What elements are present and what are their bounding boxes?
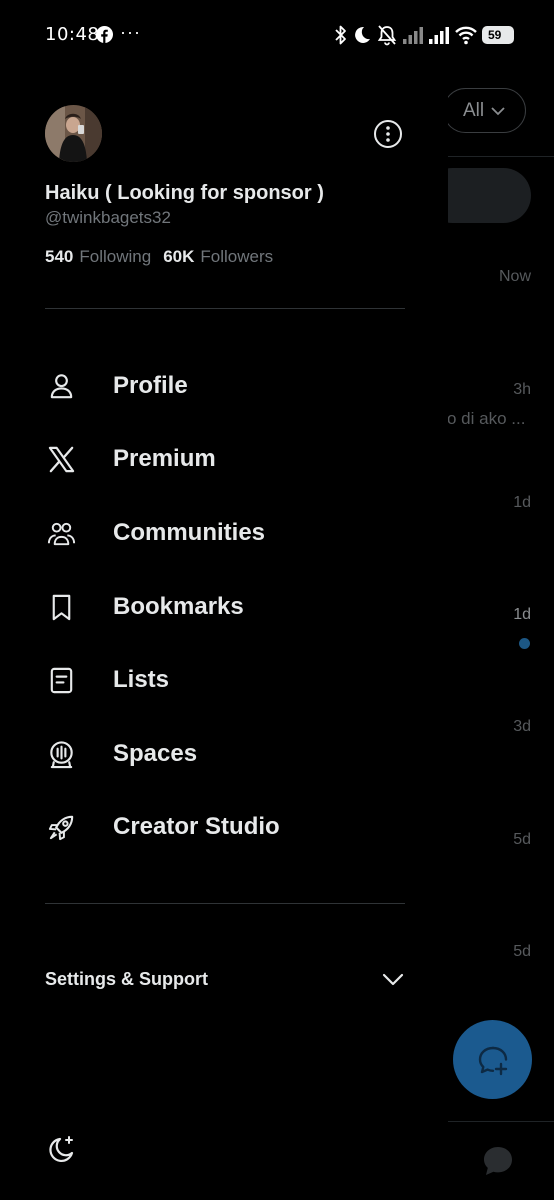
display-name[interactable]: Haiku ( Looking for sponsor ): [45, 182, 324, 205]
navigation-drawer: Haiku ( Looking for sponsor ) @twinkbage…: [0, 70, 448, 1200]
filter-dropdown[interactable]: All: [443, 88, 526, 133]
menu-item-communities[interactable]: Communities: [45, 509, 425, 557]
battery-icon: 59: [482, 26, 514, 44]
cell-signal-icon: [429, 27, 449, 44]
username-handle: @twinkbagets32: [45, 208, 171, 227]
follow-stats: 540 Following 60K Followers: [45, 247, 279, 267]
communities-icon: [45, 517, 78, 550]
message-time: Now: [498, 268, 531, 285]
chevron-down-icon: [491, 106, 505, 115]
menu-item-label: Bookmarks: [113, 593, 244, 620]
do-not-disturb-moon-icon: [355, 26, 370, 43]
profile-divider: [45, 308, 405, 309]
new-message-icon: [478, 1046, 507, 1075]
status-time: 10:48: [45, 24, 100, 45]
menu-item-bookmarks[interactable]: Bookmarks: [45, 583, 425, 631]
status-icons: 59: [334, 22, 514, 48]
settings-support-toggle[interactable]: Settings & Support: [45, 955, 405, 1003]
display-theme-moon-icon[interactable]: [45, 1134, 77, 1166]
new-message-button[interactable]: [453, 1020, 532, 1099]
following-count[interactable]: 540: [45, 247, 73, 267]
following-label[interactable]: Following: [79, 247, 151, 267]
menu-item-lists[interactable]: Lists: [45, 656, 425, 704]
menu-item-spaces[interactable]: Spaces: [45, 730, 425, 778]
menu-item-profile[interactable]: Profile: [45, 362, 425, 410]
bookmark-icon: [45, 591, 78, 624]
filter-label: All: [462, 99, 485, 121]
message-time: 1d: [513, 606, 531, 623]
message-time: 5d: [513, 831, 531, 848]
cell-signal-icon: [403, 27, 423, 44]
menu-item-label: Premium: [113, 445, 216, 472]
menu-item-label: Creator Studio: [113, 813, 280, 840]
unread-dot: [519, 638, 530, 649]
message-time: 3h: [513, 381, 531, 398]
chevron-down-icon: [382, 973, 404, 986]
menu-item-premium[interactable]: Premium: [45, 435, 425, 483]
avatar[interactable]: [45, 105, 102, 162]
more-options-icon[interactable]: [373, 119, 403, 149]
message-snippet: o di ako ...: [447, 409, 526, 428]
person-icon: [45, 370, 78, 403]
wifi-icon: [455, 26, 477, 45]
messages-tab-icon[interactable]: [481, 1144, 515, 1178]
message-time: 1d: [513, 494, 531, 511]
menu-item-creator-studio[interactable]: Creator Studio: [45, 803, 425, 851]
menu-item-label: Profile: [113, 372, 188, 399]
menu-item-label: Communities: [113, 519, 266, 546]
followers-count[interactable]: 60K: [163, 247, 194, 267]
message-time: 5d: [513, 943, 531, 960]
settings-support-label: Settings & Support: [45, 968, 208, 989]
muted-bell-icon: [377, 25, 397, 46]
bluetooth-icon: [335, 25, 346, 45]
battery-level: 59: [488, 28, 502, 42]
x-logo-icon: [45, 443, 78, 476]
list-icon: [45, 664, 78, 697]
more-notifications-icon: ···: [120, 22, 141, 42]
message-time: 3d: [513, 718, 531, 735]
menu-divider: [45, 903, 405, 904]
spaces-icon: [45, 738, 78, 771]
menu-item-label: Spaces: [113, 740, 198, 767]
status-bar: 10:48 ··· 59: [0, 0, 554, 70]
rocket-icon: [45, 811, 78, 844]
menu-item-label: Lists: [113, 666, 170, 693]
followers-label[interactable]: Followers: [200, 247, 273, 267]
tabbar-divider: [440, 1121, 554, 1122]
facebook-icon: [96, 26, 113, 43]
